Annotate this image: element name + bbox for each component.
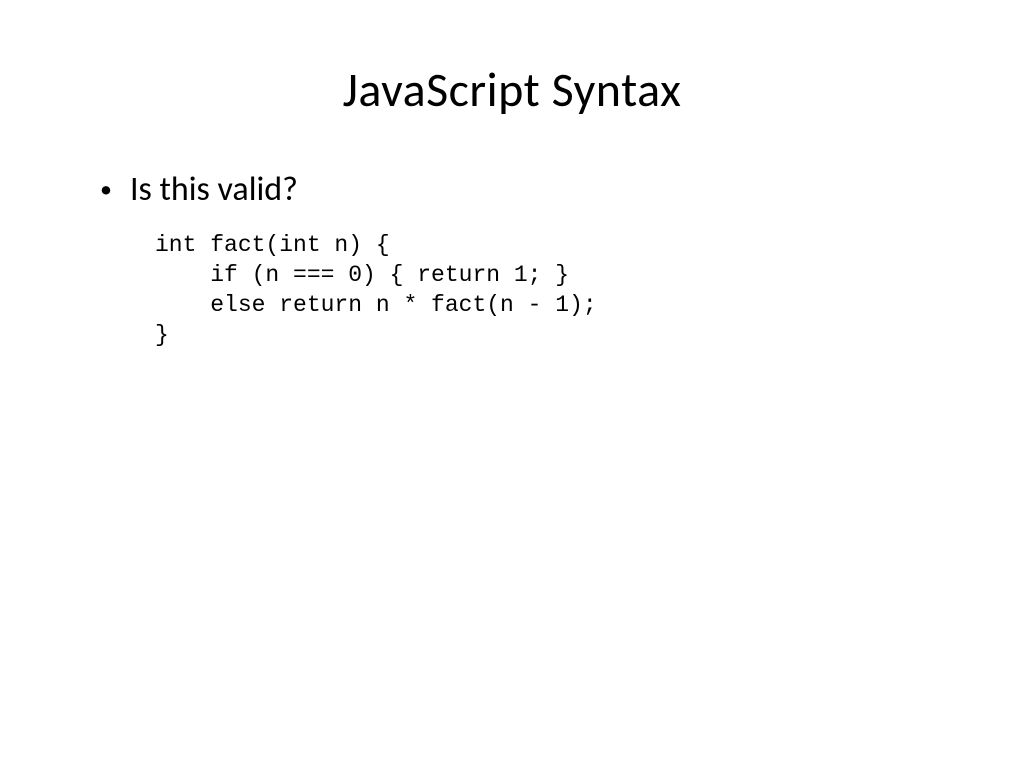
bullet-item: • Is this valid? <box>100 169 944 211</box>
slide-title: JavaScript Syntax <box>80 60 944 119</box>
code-block: int fact(int n) { if (n === 0) { return … <box>155 231 944 351</box>
bullet-text: Is this valid? <box>130 169 298 211</box>
bullet-marker: • <box>100 169 112 211</box>
slide: JavaScript Syntax • Is this valid? int f… <box>0 0 1024 768</box>
slide-content: • Is this valid? int fact(int n) { if (n… <box>80 169 944 351</box>
